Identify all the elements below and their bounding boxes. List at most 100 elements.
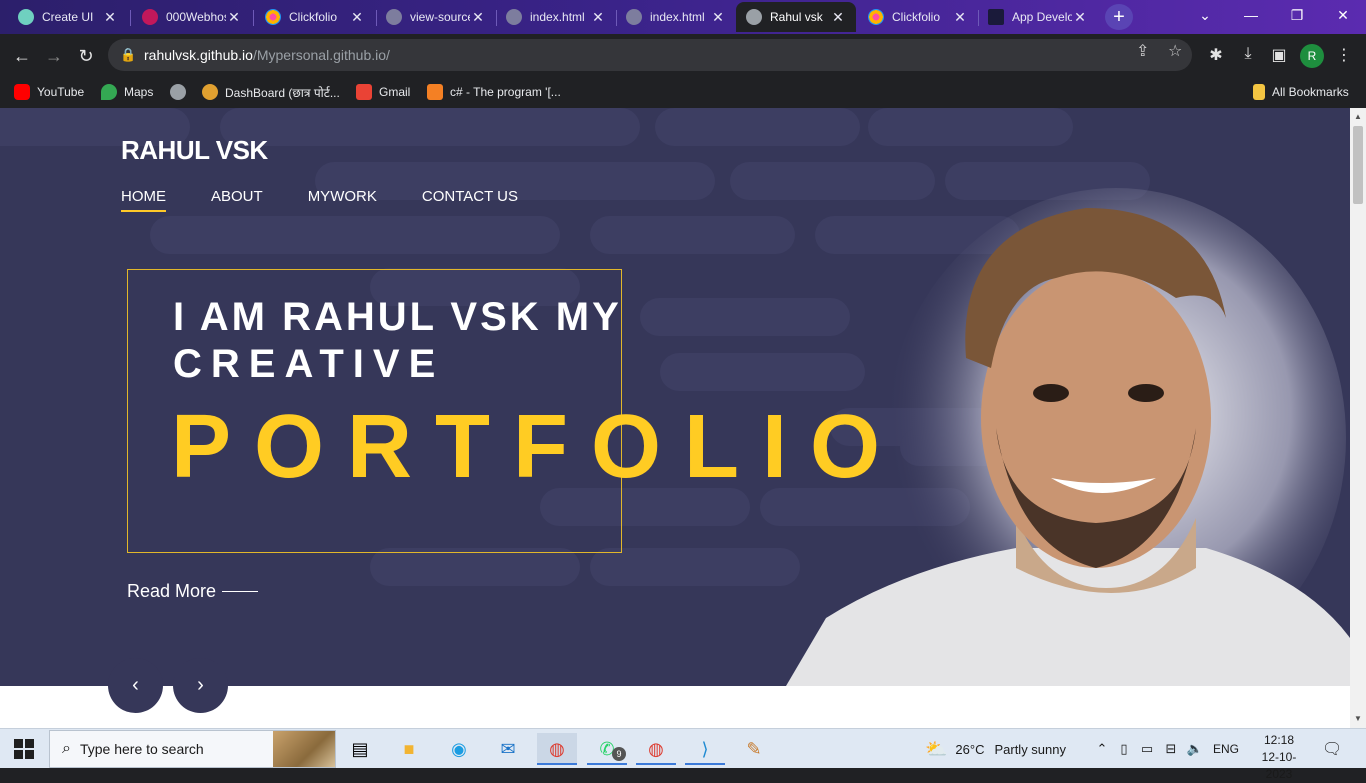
windows-taskbar: ⌕ Type here to search ▤ ■ ◉ ✉ ◍ ✆ 9 ◍ ⟩ ✎… — [0, 728, 1366, 781]
all-bookmarks-folder[interactable]: All Bookmarks — [1253, 82, 1349, 102]
globe-icon — [626, 9, 642, 25]
mail-icon[interactable]: ✉ — [488, 733, 528, 765]
taskbar-clock[interactable]: 12:18 12-10-2023 — [1251, 732, 1307, 783]
meet-now-icon[interactable]: ▭ — [1135, 741, 1159, 757]
address-bar[interactable]: 🔒 rahulvsk.github.io/Mypersonal.github.i… — [108, 39, 1192, 71]
chrome-profile2-icon[interactable]: ◍ — [636, 733, 676, 765]
share-icon[interactable]: ⇪ — [1136, 41, 1149, 61]
bg-pill — [590, 548, 800, 586]
bg-pill — [590, 216, 795, 254]
restore-button[interactable]: ❐ — [1274, 0, 1320, 32]
weather-widget[interactable]: ⛅ 26°C Partly sunny — [925, 729, 1066, 769]
tab-app-developer[interactable]: App Developer ✕ — [978, 2, 1098, 32]
close-icon[interactable]: ✕ — [226, 9, 242, 26]
nav-contact[interactable]: CONTACT US — [422, 188, 518, 212]
close-icon[interactable]: ✕ — [470, 9, 486, 26]
headline-line-1: I AM RAHUL VSK MY — [173, 295, 622, 339]
slider-prev-button[interactable]: ‹ — [108, 658, 163, 713]
bg-pill — [150, 216, 560, 254]
tab-view-source[interactable]: view-source ✕ — [376, 2, 496, 32]
forward-button[interactable]: → — [40, 42, 68, 70]
site-info-icon[interactable]: 🔒 — [120, 47, 136, 63]
tab-index-1[interactable]: index.html ✕ — [496, 2, 616, 32]
new-tab-button[interactable]: + — [1105, 4, 1133, 30]
back-button[interactable]: ← — [8, 42, 36, 70]
profile-avatar[interactable]: R — [1300, 44, 1324, 68]
chevron-up-icon[interactable]: ⌃ — [1091, 741, 1113, 757]
edge-icon[interactable]: ◉ — [439, 733, 479, 765]
clickfolio-icon — [265, 9, 281, 25]
site-brand[interactable]: RAHUL VSK — [121, 135, 268, 166]
bookmark-globe[interactable] — [170, 82, 193, 102]
partly-sunny-icon: ⛅ — [925, 738, 948, 759]
bookmark-youtube[interactable]: YouTube — [14, 82, 84, 102]
bg-pill — [370, 548, 580, 586]
bookmarks-bar: YouTube Maps DashBoard (छात्र पोर्ट... G… — [0, 76, 1366, 108]
tab-index-2[interactable]: index.html ✕ — [616, 2, 736, 32]
windows-start-icon[interactable] — [14, 739, 34, 759]
reload-button[interactable]: ↻ — [72, 42, 100, 70]
paint-icon[interactable]: ✎ — [734, 733, 774, 765]
extensions-icon[interactable]: ✱ — [1205, 45, 1227, 65]
chrome-icon[interactable]: ◍ — [537, 733, 577, 765]
nav-about[interactable]: ABOUT — [211, 188, 263, 212]
tab-000webhost[interactable]: 000Webhost ✕ — [132, 2, 252, 32]
nav-mywork[interactable]: MYWORK — [308, 188, 377, 212]
bookmark-label: Maps — [124, 85, 154, 99]
vscode-icon[interactable]: ⟩ — [685, 733, 725, 765]
tab-clickfolio-2[interactable]: Clickfolio ✕ — [858, 2, 978, 32]
menu-icon[interactable]: ⋮ — [1333, 45, 1355, 65]
read-more-dash — [222, 591, 259, 592]
tab-clickfolio[interactable]: Clickfolio ✕ — [255, 2, 375, 32]
photo-eye-left — [1033, 384, 1069, 402]
bg-pill — [220, 108, 640, 146]
volume-icon[interactable]: 🔈 — [1183, 741, 1207, 757]
tab-title: Clickfolio — [289, 10, 338, 24]
hero-section: RAHUL VSK HOME ABOUT MYWORK CONTACT US I… — [0, 108, 1350, 686]
download-icon[interactable]: ⤓ — [1237, 45, 1259, 63]
tab-create-ui[interactable]: Create UI ✕ — [8, 2, 128, 32]
bookmark-stackoverflow[interactable]: c# - The program '[... — [427, 82, 561, 102]
dashboard-icon — [202, 84, 218, 100]
scroll-up-icon[interactable]: ▲ — [1354, 112, 1362, 121]
bookmark-maps[interactable]: Maps — [101, 82, 153, 102]
tab-rahul-vsk[interactable]: Rahul vsk ✕ — [736, 2, 856, 32]
taskbar-search[interactable]: ⌕ Type here to search — [49, 730, 336, 768]
bookmark-gmail[interactable]: Gmail — [356, 82, 410, 102]
bookmark-label: YouTube — [37, 85, 85, 99]
tab-title: index.html — [530, 10, 585, 24]
close-icon[interactable]: ✕ — [952, 9, 968, 26]
close-icon[interactable]: ✕ — [349, 9, 365, 26]
close-icon[interactable]: ✕ — [102, 9, 118, 26]
task-view-icon[interactable]: ▤ — [340, 733, 380, 765]
youtube-icon — [14, 84, 30, 100]
close-icon[interactable]: ✕ — [710, 9, 726, 26]
device-icon[interactable]: ▯ — [1113, 741, 1135, 757]
close-icon[interactable]: ✕ — [590, 9, 606, 26]
globe-icon — [386, 9, 402, 25]
side-panel-icon[interactable]: ▣ — [1268, 45, 1290, 65]
minimize-button[interactable]: — — [1228, 0, 1274, 32]
bookmark-star-icon[interactable]: ☆ — [1168, 41, 1182, 61]
bookmark-label: DashBoard (छात्र पोर्ट... — [225, 85, 340, 100]
whatsapp-icon[interactable]: ✆ 9 — [587, 733, 627, 765]
headline-line-2: CREATIVE — [173, 342, 445, 386]
gmail-icon — [356, 84, 372, 100]
page-scrollbar[interactable]: ▲ ▼ — [1350, 108, 1366, 728]
tab-search-button[interactable]: ⌄ — [1182, 0, 1228, 32]
close-window-button[interactable]: ✕ — [1320, 0, 1366, 32]
bookmark-dashboard[interactable]: DashBoard (छात्र पोर्ट... — [202, 82, 340, 102]
close-icon[interactable]: ✕ — [830, 9, 846, 26]
language-indicator[interactable]: ENG — [1213, 742, 1239, 756]
close-icon[interactable]: ✕ — [1072, 9, 1088, 26]
slider-next-button[interactable]: › — [173, 658, 228, 713]
network-icon[interactable]: ⊟ — [1159, 741, 1183, 757]
nav-home[interactable]: HOME — [121, 188, 166, 212]
scroll-down-icon[interactable]: ▼ — [1354, 714, 1362, 723]
file-explorer-icon[interactable]: ■ — [389, 733, 429, 765]
tab-title: Create UI — [42, 10, 94, 24]
scroll-thumb[interactable] — [1353, 126, 1363, 204]
read-more-link[interactable]: Read More — [127, 581, 259, 602]
notification-icon[interactable]: 🗨 — [1322, 729, 1342, 769]
browser-tab-strip: Create UI ✕ 000Webhost ✕ Clickfolio ✕ vi… — [0, 0, 1366, 34]
